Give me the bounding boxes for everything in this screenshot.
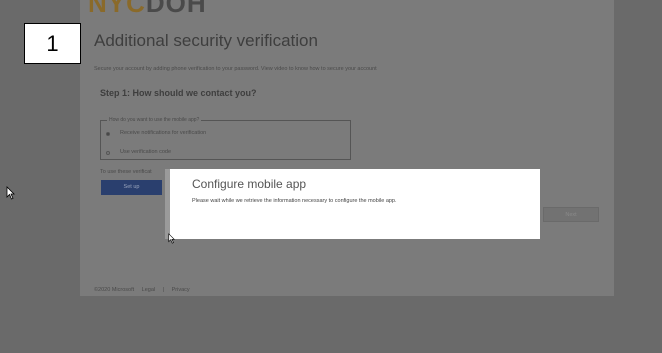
footer-privacy-link[interactable]: Privacy [172, 287, 190, 293]
dialog-message: Please wait while we retrieve the inform… [192, 198, 397, 204]
radio-receive-notifications[interactable] [106, 132, 110, 136]
bottom-margin [0, 296, 662, 353]
footer-separator: | [162, 287, 165, 293]
footer-copyright: ©2020 Microsoft [94, 287, 135, 293]
next-button[interactable]: Next [543, 207, 599, 222]
option-label-notifications[interactable]: Receive notifications for verification [120, 130, 206, 136]
setup-button[interactable]: Set up [101, 180, 162, 195]
step-title: Step 1: How should we contact you? [100, 88, 257, 98]
configure-mobile-app-dialog: Configure mobile app Please wait while w… [165, 169, 540, 239]
use-verification-text: To use these verificat [100, 169, 152, 175]
page-title: Additional security verification [94, 31, 318, 50]
page-description: Secure your account by adding phone veri… [94, 66, 377, 72]
footer: ©2020 Microsoft Legal | Privacy [94, 287, 196, 293]
step-number-badge: 1 [24, 23, 81, 64]
footer-legal-link[interactable]: Legal [142, 287, 155, 293]
fieldset-legend: How do you want to use the mobile app? [107, 117, 202, 123]
mouse-cursor-icon [168, 233, 175, 244]
option-label-code[interactable]: Use verification code [120, 149, 171, 155]
company-logo: NYCDOH [88, 0, 208, 14]
radio-verification-code[interactable] [106, 151, 110, 155]
dialog-title: Configure mobile app [192, 177, 307, 191]
mouse-cursor-icon [6, 186, 15, 200]
